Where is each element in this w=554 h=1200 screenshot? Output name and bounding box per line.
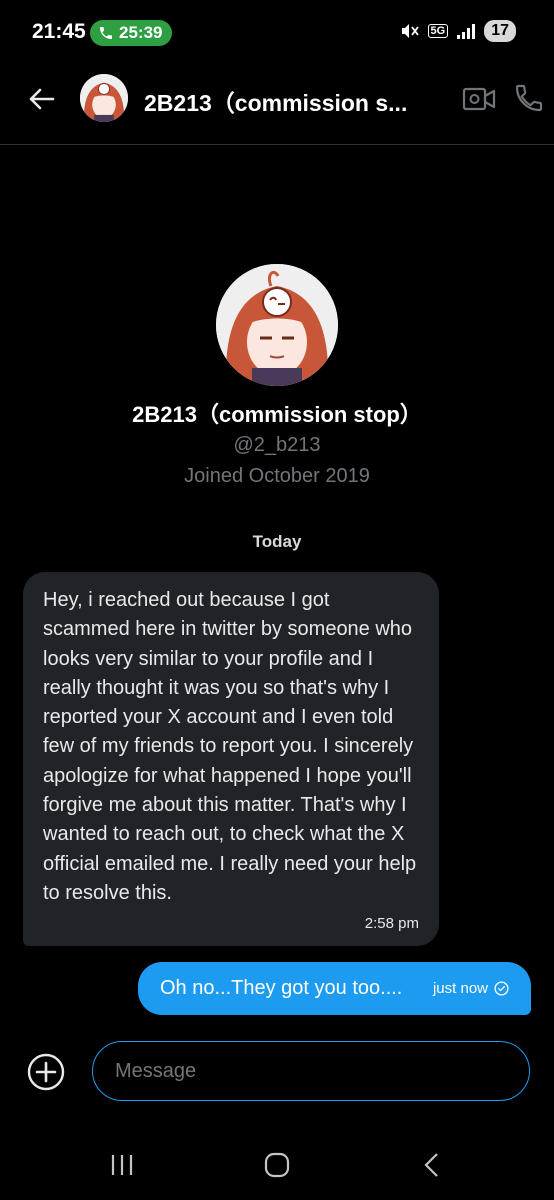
message-text: Hey, i reached out because I got scammed… xyxy=(43,589,417,904)
date-separator: Today xyxy=(252,532,302,551)
avatar[interactable] xyxy=(80,74,128,122)
ongoing-call-pill[interactable]: 25:39 xyxy=(90,20,173,46)
video-call-icon[interactable] xyxy=(462,82,496,116)
profile-name: 2B213（commission stop） xyxy=(132,402,422,427)
home-icon[interactable] xyxy=(257,1150,297,1180)
message-timestamp: just now xyxy=(432,980,488,997)
incoming-message-bubble[interactable]: Hey, i reached out because I got scammed… xyxy=(23,572,439,946)
back-arrow-icon[interactable] xyxy=(26,84,56,114)
recent-apps-icon[interactable] xyxy=(102,1150,142,1180)
conversation-header: 2B213（commission s... xyxy=(0,66,554,145)
outgoing-message-bubble[interactable]: Oh no...They got you too.... just now xyxy=(138,962,531,1015)
conversation-title[interactable]: 2B213（commission s... xyxy=(144,84,434,118)
network-type-badge: 5G xyxy=(427,24,449,38)
add-attachment-icon[interactable] xyxy=(27,1053,65,1091)
message-status: just now xyxy=(433,980,509,997)
profile-joined-date: Joined October 2019 xyxy=(184,465,370,487)
message-input[interactable] xyxy=(92,1041,530,1101)
sent-check-icon xyxy=(494,981,509,996)
signal-icon xyxy=(457,24,476,39)
status-icons: 5G 17 xyxy=(400,20,516,42)
message-text: Oh no...They got you too.... xyxy=(160,977,403,999)
battery-indicator: 17 xyxy=(484,20,516,42)
status-time: 21:45 xyxy=(32,20,86,43)
profile-handle: @2_b213 xyxy=(233,434,321,456)
profile-avatar-image xyxy=(216,264,338,386)
back-nav-icon[interactable] xyxy=(412,1150,452,1180)
call-timer: 25:39 xyxy=(119,23,163,42)
system-navigation-bar xyxy=(0,1130,554,1200)
status-bar: 21:45 25:39 5G 17 xyxy=(0,0,554,66)
avatar-image xyxy=(80,74,128,122)
message-timestamp: 2:58 pm xyxy=(364,915,419,932)
phone-call-icon[interactable] xyxy=(513,82,545,114)
profile-avatar[interactable] xyxy=(216,264,338,386)
phone-icon xyxy=(100,27,112,39)
mute-icon xyxy=(401,24,419,38)
